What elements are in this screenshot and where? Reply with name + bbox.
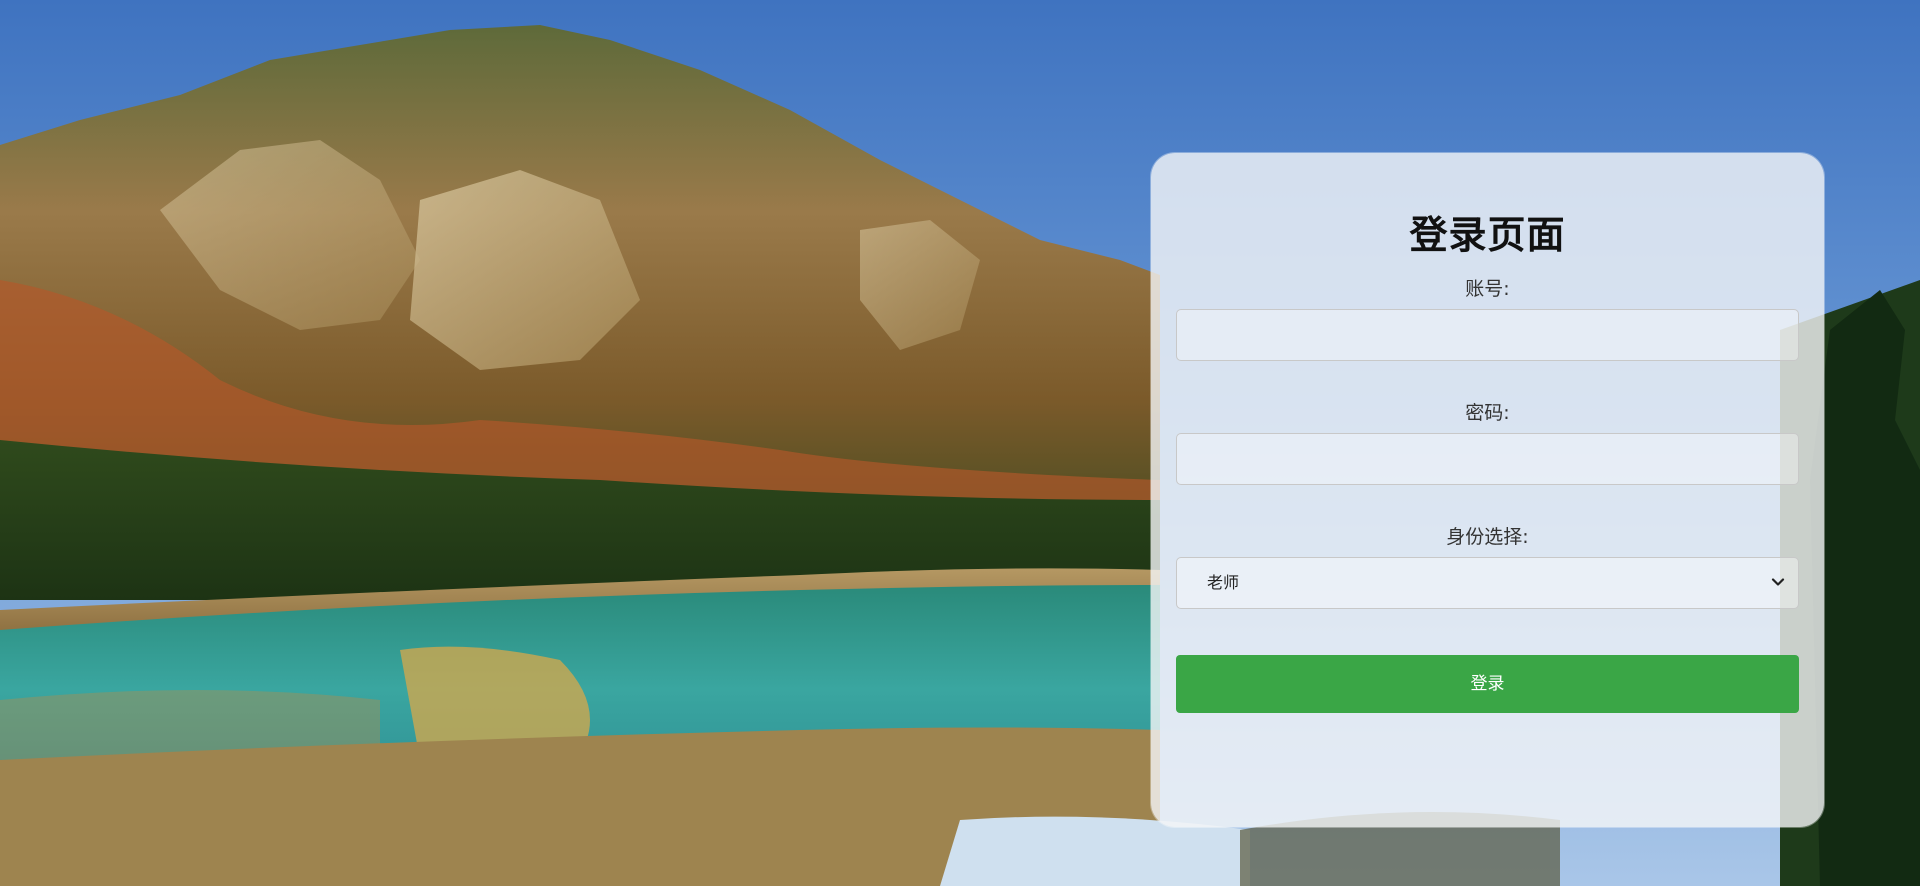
password-group: 密码: [1176, 399, 1799, 485]
role-select-value[interactable]: 老师 [1176, 557, 1799, 609]
account-group: 账号: [1176, 275, 1799, 361]
chevron-down-icon [1771, 578, 1785, 586]
account-label: 账号: [1465, 278, 1510, 300]
password-label: 密码: [1465, 402, 1510, 424]
role-group: 身份选择: 老师 [1176, 523, 1799, 609]
password-input[interactable] [1176, 433, 1799, 485]
role-label: 身份选择: [1446, 526, 1529, 548]
role-select[interactable]: 老师 [1176, 557, 1799, 609]
login-button[interactable]: 登录 [1176, 655, 1799, 713]
login-page: 登录页面 账号: 密码: 身份选择: 老师 登录 [0, 0, 1920, 886]
page-title: 登录页面 [1409, 213, 1566, 257]
account-input[interactable] [1176, 309, 1799, 361]
login-card: 登录页面 账号: 密码: 身份选择: 老师 登录 [1151, 153, 1824, 827]
